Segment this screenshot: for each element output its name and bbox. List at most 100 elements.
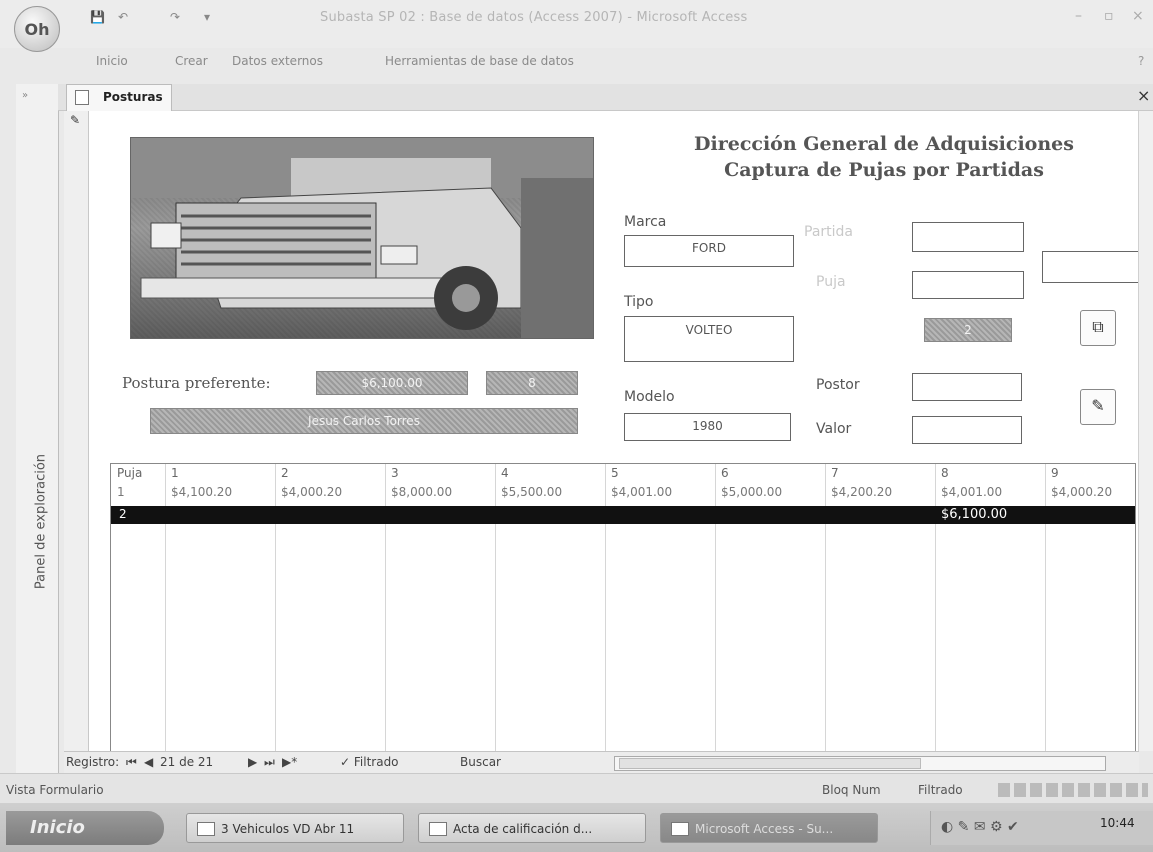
form-subtitle: Captura de Pujas por Partidas <box>724 159 1044 181</box>
view-buttons[interactable] <box>998 783 1148 797</box>
grid-cell[interactable]: $4,001.00 <box>611 485 672 499</box>
next-record-button[interactable]: ▶ <box>248 755 257 769</box>
vertical-scrollbar[interactable] <box>1138 111 1153 751</box>
document-icon <box>429 822 447 836</box>
customize-qat-icon[interactable]: ▾ <box>204 10 210 24</box>
edit-record-button[interactable]: ✎ <box>1080 389 1116 425</box>
numlock-status: Bloq Num <box>822 783 881 797</box>
search-box[interactable]: Buscar <box>460 755 501 769</box>
column-header: 2 <box>281 466 289 480</box>
last-record-button[interactable]: ⏭ <box>264 755 275 770</box>
clock: 10:44 <box>1100 816 1135 830</box>
grid-cell-selected[interactable]: $6,100.00 <box>941 507 1007 522</box>
record-selector[interactable]: ✎ <box>64 111 89 751</box>
grid-cell[interactable]: $5,500.00 <box>501 485 562 499</box>
filter-button[interactable]: ✓ Filtrado <box>340 755 399 769</box>
tipo-field[interactable]: VOLTEO <box>624 316 794 362</box>
undo-icon[interactable]: ↶ <box>118 10 128 24</box>
restore-button[interactable]: ▫ <box>1104 8 1114 24</box>
modelo-label: Modelo <box>624 389 675 405</box>
record-label: Registro: <box>66 755 120 769</box>
postura-preferente-value: $6,100.00 <box>316 371 468 395</box>
column-header: 5 <box>611 466 619 480</box>
column-header: 8 <box>941 466 949 480</box>
tab-herramientas[interactable]: Herramientas de base de datos <box>385 54 574 68</box>
task-word[interactable]: Acta de calificación d... <box>418 813 646 843</box>
valor-field[interactable] <box>912 416 1022 444</box>
partida-label: Partida <box>804 224 853 240</box>
truck-illustration <box>131 138 593 338</box>
expand-nav-icon[interactable]: » <box>22 90 28 101</box>
modelo-field[interactable]: 1980 <box>624 413 791 441</box>
vehicle-photo <box>130 137 594 339</box>
title-bar: Oh 💾 ↶ ↷ ▾ Subasta SP 02 : Base de datos… <box>0 0 1153 52</box>
new-record-button[interactable]: ▶* <box>282 755 297 769</box>
tab-posturas-label: Posturas <box>103 90 163 104</box>
grid-cell[interactable]: $5,000.00 <box>721 485 782 499</box>
marca-label: Marca <box>624 214 667 230</box>
column-header: 9 <box>1051 466 1059 480</box>
pencil-icon: ✎ <box>70 113 81 127</box>
tab-crear[interactable]: Crear <box>175 54 208 68</box>
column-header: 4 <box>501 466 509 480</box>
taskbar: Inicio 3 Vehiculos VD Abr 11 Acta de cal… <box>0 803 1153 852</box>
navigation-pane-label: Panel de exploración <box>33 453 49 590</box>
record-position[interactable]: 21 de 21 <box>160 755 213 769</box>
window-title: Subasta SP 02 : Base de datos (Access 20… <box>320 10 748 25</box>
horizontal-scrollbar[interactable] <box>614 756 1106 771</box>
tipo-label: Tipo <box>624 294 654 310</box>
close-window-button[interactable]: × <box>1132 8 1144 24</box>
grid-cell[interactable]: $4,000.20 <box>1051 485 1112 499</box>
minimize-button[interactable]: – <box>1075 8 1082 24</box>
redo-icon[interactable]: ↷ <box>170 10 180 24</box>
first-record-button[interactable]: ⏮ <box>126 755 137 770</box>
column-header: Puja <box>117 466 143 480</box>
add-record-button[interactable]: ⧉ <box>1080 310 1116 346</box>
puja-field[interactable] <box>912 271 1024 299</box>
extra-field[interactable] <box>1042 251 1141 283</box>
tab-posturas[interactable]: Posturas <box>66 84 172 111</box>
grid-cell[interactable]: $8,000.00 <box>391 485 452 499</box>
column-header: 6 <box>721 466 729 480</box>
grid-cell[interactable]: $4,001.00 <box>941 485 1002 499</box>
grid-cell[interactable]: $4,200.20 <box>831 485 892 499</box>
task-access-label: Microsoft Access - Su... <box>695 822 834 836</box>
partida-field[interactable] <box>912 222 1024 252</box>
form-title: Dirección General de Adquisiciones <box>694 133 1074 155</box>
grid-cell[interactable]: $4,100.20 <box>171 485 232 499</box>
navigation-pane[interactable]: Panel de exploración <box>16 84 59 774</box>
access-icon <box>671 822 689 836</box>
close-tab-button[interactable]: × <box>1137 86 1150 105</box>
form-icon <box>75 90 89 105</box>
tab-datos-externos[interactable]: Datos externos <box>232 54 323 68</box>
postura-code: 8 <box>486 371 578 395</box>
status-bar: Vista Formulario Bloq Num Filtrado <box>0 773 1153 804</box>
grid-cell[interactable]: 2 <box>119 507 127 521</box>
task-explorer-label: 3 Vehiculos VD Abr 11 <box>221 822 355 836</box>
grid-cell[interactable]: 1 <box>117 485 125 499</box>
tray-icons[interactable]: ◐ ✎ ✉ ⚙ ✔ <box>941 819 1019 835</box>
form-posturas: ✎ Dirección General de Adquisiciones Cap… <box>64 111 1141 755</box>
puja-counter: 2 <box>924 318 1012 342</box>
pujas-grid[interactable]: Puja 1 2 3 4 5 6 7 8 9 1 $4,100.20 $4,00… <box>110 463 1136 755</box>
folder-icon <box>197 822 215 836</box>
postor-field[interactable] <box>912 373 1022 401</box>
postura-preferente-label: Postura preferente: <box>122 374 271 392</box>
task-explorer[interactable]: 3 Vehiculos VD Abr 11 <box>186 813 404 843</box>
grid-body: Puja 1 2 3 4 5 6 7 8 9 1 $4,100.20 $4,00… <box>111 464 1135 752</box>
help-icon[interactable]: ? <box>1138 54 1144 68</box>
grid-cell[interactable]: $4,000.20 <box>281 485 342 499</box>
start-button[interactable]: Inicio <box>6 811 164 845</box>
marca-field[interactable]: FORD <box>624 235 794 267</box>
save-icon[interactable]: 💾 <box>90 10 105 24</box>
record-navigation-bar: Registro: ⏮ ◀ 21 de 21 ▶ ⏭ ▶* ✓ Filtrado… <box>64 751 1139 774</box>
prev-record-button[interactable]: ◀ <box>144 755 153 769</box>
task-word-label: Acta de calificación d... <box>453 822 593 836</box>
task-access[interactable]: Microsoft Access - Su... <box>660 813 878 843</box>
postor-name: Jesus Carlos Torres <box>150 408 578 434</box>
tab-inicio[interactable]: Inicio <box>96 54 128 68</box>
scroll-thumb[interactable] <box>619 758 921 769</box>
column-header: 3 <box>391 466 399 480</box>
office-button[interactable]: Oh <box>14 6 60 52</box>
postor-label: Postor <box>816 377 860 393</box>
